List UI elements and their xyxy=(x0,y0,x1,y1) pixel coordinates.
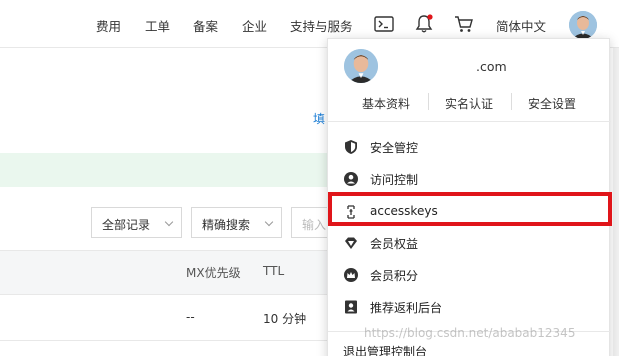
basic-info-link[interactable]: 基本资料 xyxy=(362,95,410,112)
user-circle-icon xyxy=(344,172,358,186)
menu-item-label: 会员积分 xyxy=(370,269,419,283)
row-divider xyxy=(0,340,330,341)
nav-enterprise[interactable]: 企业 xyxy=(242,16,267,35)
console-page: 填 全部记录 精确搜索 输入 MX优先级 TTL -- 10 分钟 费用 工单 … xyxy=(0,0,619,356)
menu-item-security-control[interactable]: 安全管控 xyxy=(328,131,611,163)
all-records-select[interactable]: 全部记录 xyxy=(91,207,182,238)
cell-ttl: 10 分钟 xyxy=(263,312,307,326)
menu-item-label: 访问控制 xyxy=(370,173,419,187)
column-header-ttl: TTL xyxy=(263,264,285,278)
nav-billing[interactable]: 费用 xyxy=(96,16,121,35)
crown-icon xyxy=(344,268,358,282)
shield-icon xyxy=(345,140,357,154)
nav-tickets[interactable]: 工单 xyxy=(145,16,170,35)
account-email: .com xyxy=(476,59,507,74)
cell-mx-priority: -- xyxy=(186,310,195,324)
real-name-verification-link[interactable]: 实名认证 xyxy=(445,95,493,112)
nav-icp-filing[interactable]: 备案 xyxy=(193,16,218,35)
menu-divider xyxy=(328,121,611,122)
nav-support[interactable]: 支持与服务 xyxy=(290,16,353,35)
separator xyxy=(511,93,512,110)
user-avatar[interactable] xyxy=(569,11,597,39)
all-records-label: 全部记录 xyxy=(102,218,151,232)
bell-icon[interactable] xyxy=(413,13,435,35)
chevron-down-icon xyxy=(264,217,274,227)
menu-item-member-points[interactable]: 会员积分 xyxy=(328,259,611,291)
menu-item-label: 安全管控 xyxy=(370,141,419,155)
watermark: https://blog.csdn.net/ababab12345 xyxy=(364,326,576,340)
diamond-icon xyxy=(345,237,357,249)
menu-item-label: 推荐返利后台 xyxy=(370,301,443,315)
fill-link[interactable]: 填 xyxy=(313,110,325,127)
menu-item-referral-rebate[interactable]: 推荐返利后台 xyxy=(328,291,611,323)
logout-link[interactable]: 退出管理控制台 xyxy=(343,343,427,356)
column-header-mx-priority: MX优先级 xyxy=(186,266,241,280)
menu-item-label: 会员权益 xyxy=(370,237,419,251)
chevron-down-icon xyxy=(164,217,174,227)
portrait-icon xyxy=(345,300,357,314)
scrollbar[interactable] xyxy=(613,48,619,356)
exact-search-label: 精确搜索 xyxy=(202,218,251,232)
dropdown-avatar xyxy=(344,49,378,83)
cart-icon[interactable] xyxy=(453,13,475,35)
separator xyxy=(428,93,429,110)
terminal-icon[interactable] xyxy=(373,13,395,35)
menu-item-access-control[interactable]: 访问控制 xyxy=(328,163,611,195)
accesskeys-highlight-box xyxy=(328,192,612,226)
language-switcher[interactable]: 简体中文 xyxy=(496,16,546,35)
exact-search-select[interactable]: 精确搜索 xyxy=(191,207,282,238)
notice-bar xyxy=(0,153,330,187)
menu-item-member-benefits[interactable]: 会员权益 xyxy=(328,227,611,259)
security-settings-link[interactable]: 安全设置 xyxy=(528,95,576,112)
search-input-placeholder: 输入 xyxy=(302,218,327,232)
